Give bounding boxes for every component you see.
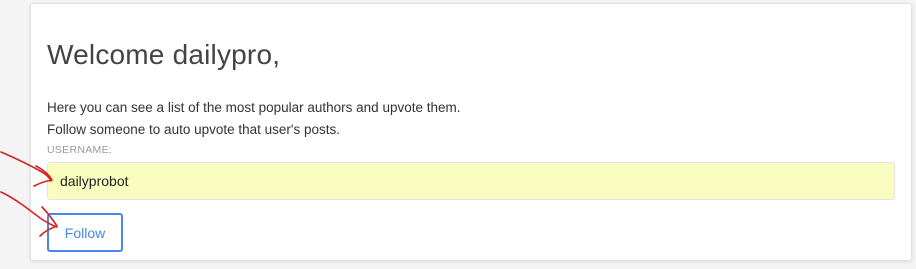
follow-card: Welcome dailypro, Here you can see a lis… xyxy=(30,3,912,261)
follow-button[interactable]: Follow xyxy=(47,213,123,252)
page: Welcome dailypro, Here you can see a lis… xyxy=(0,0,916,269)
intro-line-2: Follow someone to auto upvote that user'… xyxy=(47,122,340,137)
page-title: Welcome dailypro, xyxy=(47,39,281,70)
username-input[interactable] xyxy=(47,162,895,200)
intro-line-1: Here you can see a list of the most popu… xyxy=(47,100,461,115)
username-label: USERNAME: xyxy=(47,144,113,156)
